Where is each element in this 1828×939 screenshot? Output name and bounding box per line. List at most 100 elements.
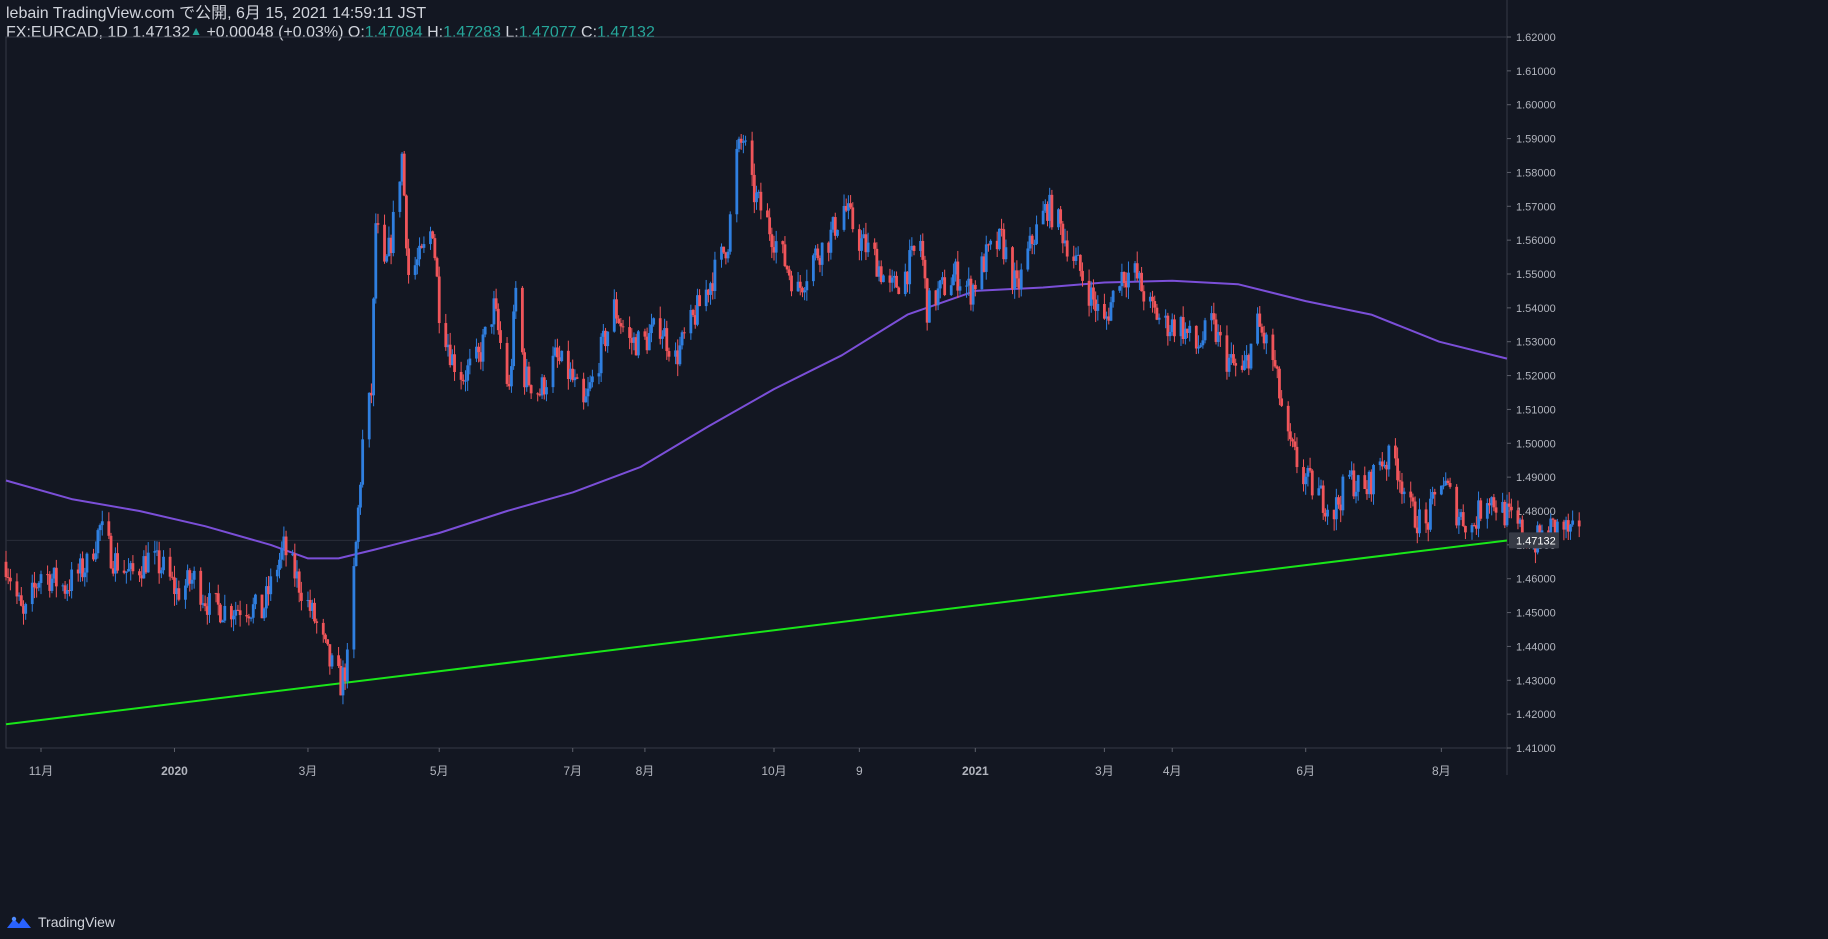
candle-body [1081, 270, 1084, 281]
candle-body [1470, 525, 1474, 533]
candle-body [1485, 503, 1489, 519]
candle-body [586, 388, 590, 397]
candle-body [415, 259, 419, 266]
candle-body [989, 240, 993, 245]
footer-brand[interactable]: TradingView [6, 911, 115, 933]
candle-body [811, 255, 815, 282]
x-tick-label: 4月 [1163, 764, 1182, 778]
y-tick-label: 1.45000 [1516, 608, 1556, 620]
candle-body [1218, 331, 1222, 336]
y-tick-label: 1.51000 [1516, 404, 1556, 416]
candle-body [766, 210, 769, 218]
candle-body [997, 228, 1001, 250]
candle-body [1356, 475, 1360, 492]
candle-body [356, 507, 360, 542]
candle-body [376, 223, 380, 225]
candle-body [890, 277, 894, 283]
candle-body [1396, 458, 1399, 481]
candle-body [1295, 446, 1299, 468]
y-tick-label: 1.57000 [1516, 201, 1556, 213]
candle-body [665, 328, 669, 352]
candle-body [816, 248, 820, 259]
candle-body [713, 259, 717, 292]
y-tick-label: 1.44000 [1516, 641, 1556, 653]
candle-body [402, 153, 406, 196]
candle-body [385, 256, 389, 262]
candles [4, 131, 1581, 705]
candle-body [177, 588, 181, 600]
candle-body [1457, 516, 1461, 526]
x-tick-label: 8月 [1432, 764, 1451, 778]
candle-body [1418, 509, 1421, 534]
x-tick-label: 2021 [962, 764, 989, 778]
candle-body [698, 295, 702, 307]
candle-body [219, 604, 222, 623]
candle-body [1194, 325, 1198, 349]
candle-body [1258, 313, 1262, 327]
candle-body [1140, 272, 1143, 292]
candle-body [512, 311, 516, 367]
candle-body [1035, 224, 1038, 244]
candle-body [262, 608, 266, 619]
y-tick-label: 1.56000 [1516, 235, 1556, 247]
candle-body [849, 203, 852, 208]
candle-body [1387, 445, 1391, 470]
candle-body [1464, 526, 1467, 533]
candle-body [398, 181, 402, 212]
candle-body [1203, 320, 1207, 341]
price-chart[interactable]: 1.41000 1.42000 1.43000 1.44000 1.45000 1.460… [0, 0, 1828, 939]
candle-body [1122, 271, 1126, 283]
candle-body [83, 572, 87, 578]
candle-body [444, 323, 448, 348]
candle-body [468, 358, 472, 366]
candle-body [359, 484, 362, 508]
candle-body [621, 326, 625, 328]
y-tick-label: 1.53000 [1516, 337, 1556, 349]
candle-body [1275, 366, 1279, 369]
candle-body [1065, 240, 1069, 257]
candle-body [912, 245, 916, 252]
candle-body [1260, 326, 1264, 333]
candle-body [726, 251, 730, 259]
candle-body [1363, 475, 1367, 489]
candle-body [159, 570, 163, 574]
candle-body [744, 140, 747, 142]
candle-body [575, 377, 579, 379]
candle-body [413, 265, 417, 275]
candle-body [453, 354, 456, 373]
candle-body [943, 277, 947, 296]
candle-body [750, 140, 754, 175]
candle-body [1026, 248, 1030, 270]
candle-body [619, 323, 623, 327]
candle-body [882, 275, 885, 283]
candle-body [278, 559, 281, 570]
candle-body [431, 231, 435, 239]
candle-body [1280, 398, 1284, 406]
candle-body [952, 274, 955, 286]
candle-body [1015, 270, 1019, 279]
candle-body [785, 266, 789, 270]
candle-body [1439, 485, 1443, 495]
candle-body [551, 355, 555, 388]
candle-body [297, 571, 301, 593]
candle-body [249, 617, 253, 619]
candle-body [269, 576, 273, 595]
candle-body [636, 331, 640, 356]
candle-body [851, 207, 855, 230]
candle-body [1168, 331, 1172, 337]
candle-body [1348, 474, 1351, 477]
candle-body [127, 569, 130, 572]
candle-body [499, 330, 502, 343]
candle-body [1354, 491, 1358, 497]
candle-body [422, 244, 426, 248]
candle-body [1442, 485, 1445, 487]
candle-body [1398, 480, 1402, 482]
candle-body [464, 380, 467, 382]
candle-body [1569, 524, 1572, 532]
candle-body [96, 530, 100, 554]
candle-body [98, 525, 102, 531]
candle-body [1197, 346, 1200, 349]
candle-body [481, 334, 485, 362]
tradingview-logo-icon [7, 916, 31, 928]
candle-body [682, 332, 686, 334]
